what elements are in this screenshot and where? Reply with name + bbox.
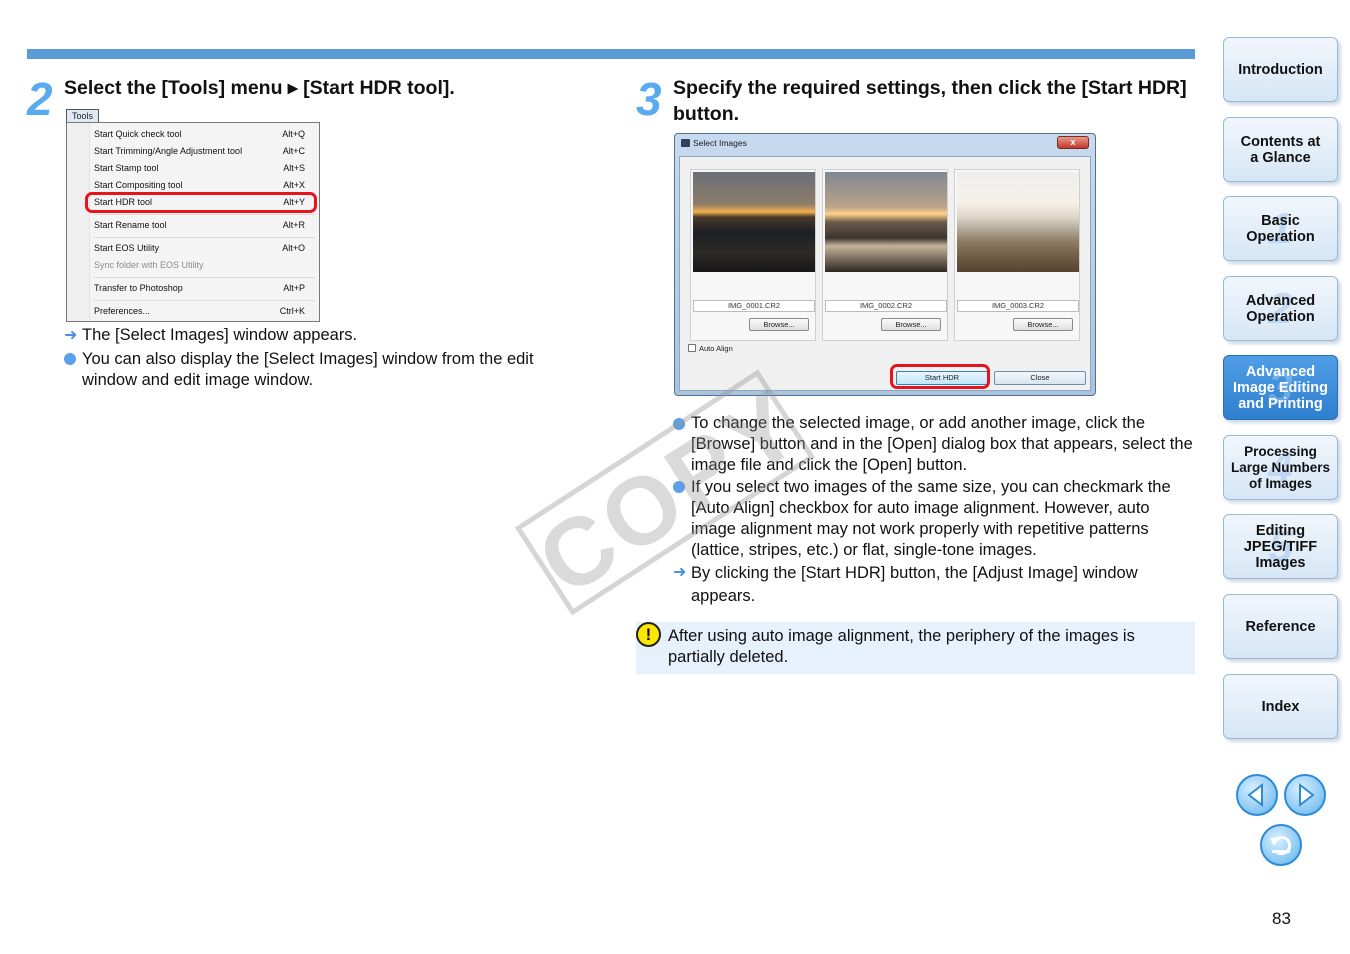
thumbnail-image[interactable] bbox=[825, 172, 947, 272]
menu-item[interactable]: Preferences... Ctrl+K bbox=[94, 304, 305, 318]
menu-item[interactable]: Start EOS Utility Alt+O bbox=[94, 241, 305, 255]
step-number: 2 bbox=[27, 73, 53, 125]
arrow-right-icon bbox=[1299, 782, 1315, 808]
bullet-icon bbox=[64, 353, 76, 365]
menu-item-label: Preferences... bbox=[94, 306, 151, 316]
step-number: 3 bbox=[636, 73, 662, 125]
menu-item-label: Start EOS Utility bbox=[94, 243, 160, 253]
nav-label: Processing Large Numbers of Images bbox=[1230, 443, 1331, 491]
menu-item-label: Start Trimming/Angle Adjustment tool bbox=[94, 146, 243, 156]
menu-item-shortcut: Alt+S bbox=[283, 163, 305, 173]
menu-item-shortcut: Alt+X bbox=[283, 180, 305, 190]
menu-item-label: Start Stamp tool bbox=[94, 163, 159, 173]
nav-label: Basic Operation bbox=[1246, 212, 1315, 245]
return-button[interactable] bbox=[1260, 824, 1302, 866]
previous-page-button[interactable] bbox=[1236, 774, 1278, 816]
select-images-dialog: Select Images x IMG_0001.CR2 Browse... I… bbox=[674, 133, 1096, 396]
checkbox-box[interactable] bbox=[688, 344, 696, 352]
arrow-left-icon bbox=[1247, 782, 1263, 808]
nav-label: Reference bbox=[1245, 618, 1316, 635]
return-icon bbox=[1270, 836, 1292, 855]
nav-introduction[interactable]: Introduction bbox=[1223, 37, 1338, 102]
nav-label: Index bbox=[1261, 698, 1300, 715]
menu-item-label: Start Quick check tool bbox=[94, 129, 182, 139]
menu-item[interactable]: Transfer to Photoshop Alt+P bbox=[94, 281, 305, 295]
result-arrow-icon: ➜ bbox=[673, 564, 687, 581]
highlight-ring bbox=[85, 192, 317, 213]
menu-item-shortcut: Alt+Q bbox=[282, 129, 305, 139]
menu-item-label: Transfer to Photoshop bbox=[94, 283, 183, 293]
page-number: 83 bbox=[1272, 909, 1291, 928]
menu-item: Sync folder with EOS Utility bbox=[94, 258, 305, 272]
dialog-body: IMG_0001.CR2 Browse... IMG_0002.CR2 Brow… bbox=[679, 156, 1091, 391]
menu-item-shortcut: Alt+R bbox=[282, 220, 305, 230]
close-button[interactable]: Close bbox=[994, 371, 1086, 385]
result-text: By clicking the [Start HDR] button, the … bbox=[691, 564, 1138, 605]
dialog-title: Select Images bbox=[693, 138, 747, 148]
nav-editing-jpeg-tiff[interactable]: 5 Editing JPEG/TIFF Images bbox=[1223, 514, 1338, 579]
result-arrow-icon: ➜ bbox=[64, 327, 78, 344]
menu-item-label: Start Rename tool bbox=[94, 220, 167, 230]
thumbnail-image[interactable] bbox=[693, 172, 815, 272]
auto-align-checkbox[interactable]: Auto Align bbox=[688, 344, 733, 353]
nav-label: Advanced Operation bbox=[1245, 292, 1316, 325]
menu-item[interactable]: Start Rename tool Alt+R bbox=[94, 218, 305, 232]
menu-item[interactable]: Start Quick check tool Alt+Q bbox=[94, 127, 305, 141]
image-slot: IMG_0002.CR2 Browse... bbox=[822, 169, 948, 341]
nav-reference[interactable]: Reference bbox=[1223, 594, 1338, 659]
browse-button[interactable]: Browse... bbox=[1013, 318, 1073, 331]
caution-text: After using auto image alignment, the pe… bbox=[668, 627, 1135, 666]
browse-button[interactable]: Browse... bbox=[749, 318, 809, 331]
file-name-field: IMG_0002.CR2 bbox=[825, 300, 947, 312]
result-text: The [Select Images] window appears. bbox=[82, 326, 358, 344]
image-slot: IMG_0001.CR2 Browse... bbox=[690, 169, 816, 341]
menu-separator bbox=[94, 214, 315, 215]
nav-label: Introduction bbox=[1238, 61, 1323, 78]
nav-index[interactable]: Index bbox=[1223, 674, 1338, 739]
nav-label: Editing JPEG/TIFF Images bbox=[1243, 522, 1318, 571]
menu-item-shortcut: Alt+C bbox=[282, 146, 305, 156]
nav-advanced-image-editing[interactable]: 3 Advanced Image Editing and Printing bbox=[1223, 355, 1338, 420]
bullet-text: You can also display the [Select Images]… bbox=[82, 350, 534, 389]
browse-button[interactable]: Browse... bbox=[881, 318, 941, 331]
menu-item-label: Sync folder with EOS Utility bbox=[94, 260, 204, 270]
image-slot: IMG_0003.CR2 Browse... bbox=[954, 169, 1080, 341]
next-page-button[interactable] bbox=[1284, 774, 1326, 816]
tools-menu: Start Quick check tool Alt+Q Start Trimmi… bbox=[66, 122, 320, 322]
caution-icon: ! bbox=[636, 622, 661, 647]
menu-item[interactable]: Start Trimming/Angle Adjustment tool Alt+… bbox=[94, 144, 305, 158]
step-title: Specify the required settings, then clic… bbox=[673, 77, 1187, 125]
menu-separator bbox=[94, 300, 315, 301]
step-title: Select the [Tools] menu ▸ [Start HDR too… bbox=[64, 77, 455, 99]
file-name-field: IMG_0001.CR2 bbox=[693, 300, 815, 312]
file-name-field: IMG_0003.CR2 bbox=[957, 300, 1079, 312]
nav-label: Advanced Image Editing and Printing bbox=[1232, 363, 1329, 412]
menu-item-label: Start Compositing tool bbox=[94, 180, 183, 190]
menu-gutter bbox=[67, 123, 90, 321]
menu-separator bbox=[94, 237, 315, 238]
nav-processing-large-numbers[interactable]: 4 Processing Large Numbers of Images bbox=[1223, 435, 1338, 500]
nav-basic-operation[interactable]: 1 Basic Operation bbox=[1223, 196, 1338, 261]
thumbnail-image[interactable] bbox=[957, 172, 1079, 272]
menu-item[interactable]: Start Compositing tool Alt+X bbox=[94, 178, 305, 192]
menu-item-shortcut: Alt+O bbox=[282, 243, 305, 253]
menu-separator bbox=[94, 277, 315, 278]
highlight-ring bbox=[890, 364, 990, 389]
menu-item-shortcut: Ctrl+K bbox=[279, 306, 305, 316]
menu-item-shortcut: Alt+P bbox=[283, 283, 305, 293]
header-rule bbox=[27, 49, 1195, 59]
nav-label: Contents at a Glance bbox=[1240, 133, 1321, 166]
nav-advanced-operation[interactable]: 2 Advanced Operation bbox=[1223, 276, 1338, 341]
auto-align-label: Auto Align bbox=[699, 344, 733, 353]
menu-item[interactable]: Start Stamp tool Alt+S bbox=[94, 161, 305, 175]
nav-contents-at-a-glance[interactable]: Contents at a Glance bbox=[1223, 117, 1338, 182]
menu-tab-tools[interactable]: Tools bbox=[66, 109, 99, 122]
app-icon bbox=[681, 139, 690, 147]
close-icon[interactable]: x bbox=[1057, 136, 1089, 149]
